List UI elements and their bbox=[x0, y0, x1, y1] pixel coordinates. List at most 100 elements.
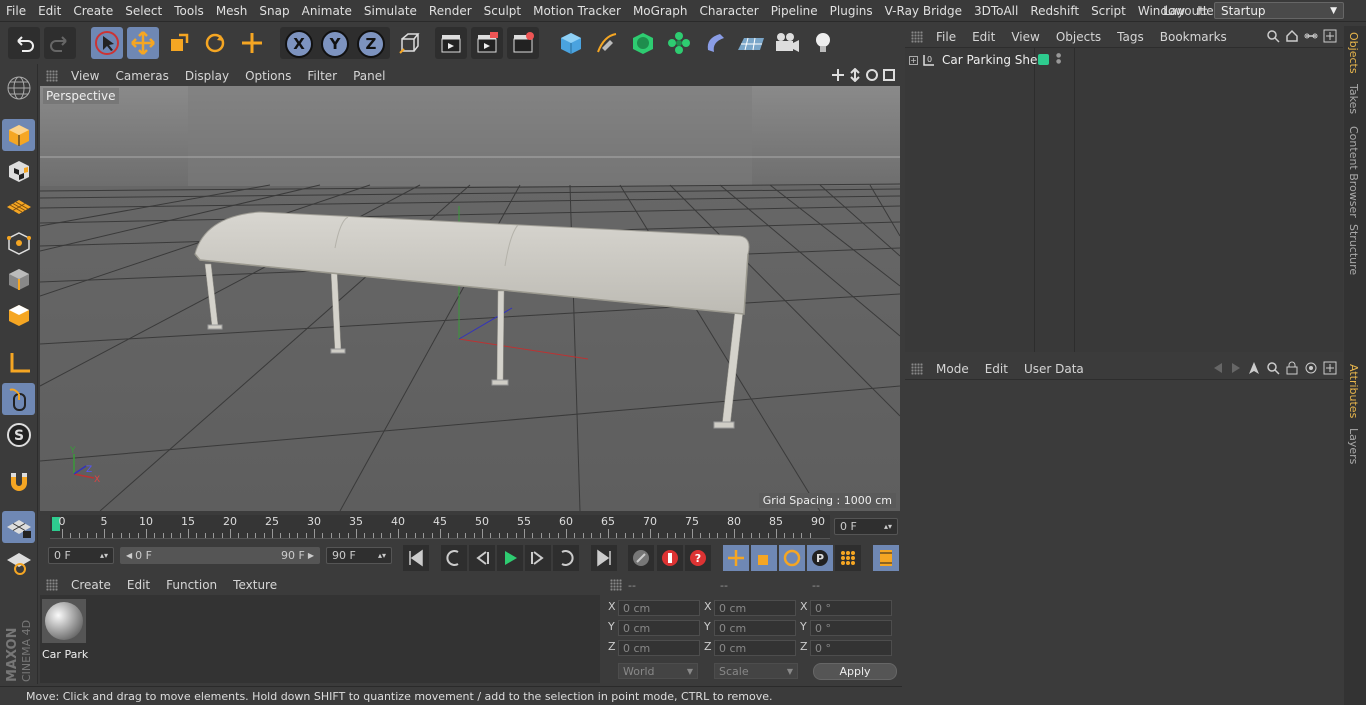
solo-button[interactable]: S bbox=[2, 419, 35, 451]
camera-button[interactable] bbox=[771, 27, 803, 59]
link-icon[interactable] bbox=[1304, 29, 1318, 43]
menu-create[interactable]: Create bbox=[67, 4, 119, 18]
back-forward-arrows-icon[interactable] bbox=[1212, 361, 1242, 375]
rot-h-field[interactable]: 0 ° bbox=[810, 600, 892, 616]
menu-edit[interactable]: Edit bbox=[32, 4, 67, 18]
redo-button[interactable] bbox=[44, 27, 76, 59]
tab-content-browser[interactable]: Content Browser bbox=[1347, 126, 1360, 218]
model-mode-button[interactable] bbox=[2, 119, 35, 151]
coord-scale-select[interactable]: Scale ▼ bbox=[714, 663, 798, 679]
material-menu-edit[interactable]: Edit bbox=[119, 578, 158, 592]
viewport-menu-cameras[interactable]: Cameras bbox=[107, 69, 176, 83]
rot-b-field[interactable]: 0 ° bbox=[810, 640, 892, 656]
pan-view-icon[interactable] bbox=[831, 68, 845, 82]
search-icon[interactable] bbox=[1266, 361, 1280, 375]
attributes-menu-mode[interactable]: Mode bbox=[928, 362, 977, 376]
size-y-field[interactable]: 0 cm bbox=[714, 620, 796, 636]
render-settings-button[interactable] bbox=[507, 27, 539, 59]
menu-animate[interactable]: Animate bbox=[296, 4, 358, 18]
coord-mode-select[interactable]: World ▼ bbox=[618, 663, 698, 679]
make-editable-button[interactable] bbox=[2, 72, 35, 104]
menu-select[interactable]: Select bbox=[119, 4, 168, 18]
home-icon[interactable] bbox=[1285, 29, 1299, 43]
expand-plus-icon[interactable]: + bbox=[909, 55, 918, 65]
pos-x-field[interactable]: 0 cm bbox=[618, 600, 700, 616]
rot-p-field[interactable]: 0 ° bbox=[810, 620, 892, 636]
3d-viewport[interactable]: Y Z X bbox=[40, 86, 900, 511]
apply-button[interactable]: Apply bbox=[813, 663, 897, 680]
menu-snap[interactable]: Snap bbox=[253, 4, 295, 18]
tab-attributes[interactable]: Attributes bbox=[1347, 364, 1360, 418]
rotate-tool-button[interactable] bbox=[199, 27, 231, 59]
size-z-field[interactable]: 0 cm bbox=[714, 640, 796, 656]
axis-mode-button[interactable] bbox=[2, 347, 35, 379]
texture-mode-button[interactable] bbox=[2, 155, 35, 187]
new-panel-icon[interactable] bbox=[1323, 29, 1337, 43]
render-view-button[interactable] bbox=[435, 27, 467, 59]
menu-mograph[interactable]: MoGraph bbox=[627, 4, 694, 18]
material-menu-texture[interactable]: Texture bbox=[225, 578, 285, 592]
current-frame-field[interactable]: 0 F ▴▾ bbox=[834, 518, 898, 535]
tab-objects[interactable]: Objects bbox=[1347, 32, 1360, 74]
attributes-menu-edit[interactable]: Edit bbox=[977, 362, 1016, 376]
menu-3dtoall[interactable]: 3DToAll bbox=[968, 4, 1024, 18]
previous-key-button[interactable] bbox=[441, 545, 467, 571]
subdivision-surface-button[interactable] bbox=[627, 27, 659, 59]
menu-sculpt[interactable]: Sculpt bbox=[478, 4, 527, 18]
tab-structure[interactable]: Structure bbox=[1347, 224, 1360, 275]
coordinate-system-button[interactable] bbox=[394, 27, 426, 59]
workplane-button[interactable] bbox=[2, 191, 35, 223]
key-pla-button[interactable] bbox=[835, 545, 861, 571]
layout-select[interactable]: Startup ▼ bbox=[1214, 2, 1344, 19]
attributes-menu-user-data[interactable]: User Data bbox=[1016, 362, 1092, 376]
key-position-button[interactable] bbox=[723, 545, 749, 571]
tab-layers[interactable]: Layers bbox=[1347, 428, 1360, 464]
points-mode-button[interactable] bbox=[2, 227, 35, 259]
pointer-up-icon[interactable] bbox=[1247, 361, 1261, 375]
timeline-window-button[interactable] bbox=[873, 545, 899, 571]
planar-workplane-button[interactable] bbox=[2, 547, 35, 579]
motion-record-button[interactable] bbox=[628, 545, 654, 571]
y-axis-button[interactable]: Y bbox=[321, 30, 349, 58]
menu-redshift[interactable]: Redshift bbox=[1024, 4, 1085, 18]
menu-character[interactable]: Character bbox=[693, 4, 764, 18]
next-frame-button[interactable] bbox=[525, 545, 551, 571]
objects-menu-tags[interactable]: Tags bbox=[1109, 30, 1152, 44]
previous-frame-button[interactable] bbox=[469, 545, 495, 571]
material-menu-function[interactable]: Function bbox=[158, 578, 225, 592]
pen-spline-button[interactable] bbox=[591, 27, 623, 59]
viewport-menu-panel[interactable]: Panel bbox=[345, 69, 393, 83]
menu-mesh[interactable]: Mesh bbox=[210, 4, 254, 18]
cube-object-button[interactable] bbox=[555, 27, 587, 59]
size-x-field[interactable]: 0 cm bbox=[714, 600, 796, 616]
menu-pipeline[interactable]: Pipeline bbox=[765, 4, 824, 18]
rotate-view-icon[interactable] bbox=[865, 68, 879, 82]
edges-mode-button[interactable] bbox=[2, 263, 35, 295]
render-picture-viewer-button[interactable] bbox=[471, 27, 503, 59]
new-panel-icon[interactable] bbox=[1323, 361, 1337, 375]
layer-color-chip[interactable] bbox=[1038, 54, 1049, 65]
tweak-mode-button[interactable] bbox=[2, 383, 35, 415]
autokey-button[interactable]: ? bbox=[685, 545, 711, 571]
key-parameter-button[interactable]: P bbox=[807, 545, 833, 571]
floor-button[interactable] bbox=[735, 27, 767, 59]
target-icon[interactable] bbox=[1304, 361, 1318, 375]
next-key-button[interactable] bbox=[553, 545, 579, 571]
zoom-view-icon[interactable] bbox=[848, 68, 862, 82]
tab-takes[interactable]: Takes bbox=[1347, 84, 1360, 114]
end-frame-field[interactable]: 90 F ▴▾ bbox=[326, 547, 392, 564]
material-item[interactable]: Car Park bbox=[42, 599, 88, 661]
menu-motion-tracker[interactable]: Motion Tracker bbox=[527, 4, 627, 18]
lock-icon[interactable] bbox=[1285, 361, 1299, 375]
go-to-start-button[interactable] bbox=[403, 545, 429, 571]
frame-range-slider[interactable]: ◀ 0 F 90 F ▶ bbox=[120, 547, 320, 564]
pos-y-field[interactable]: 0 cm bbox=[618, 620, 700, 636]
scale-tool-button[interactable] bbox=[163, 27, 195, 59]
cloner-button[interactable] bbox=[663, 27, 695, 59]
objects-menu-view[interactable]: View bbox=[1003, 30, 1047, 44]
maximize-view-icon[interactable] bbox=[882, 68, 896, 82]
viewport-menu-display[interactable]: Display bbox=[177, 69, 237, 83]
viewport-menu-options[interactable]: Options bbox=[237, 69, 299, 83]
x-axis-button[interactable]: X bbox=[285, 30, 313, 58]
go-to-end-button[interactable] bbox=[591, 545, 617, 571]
